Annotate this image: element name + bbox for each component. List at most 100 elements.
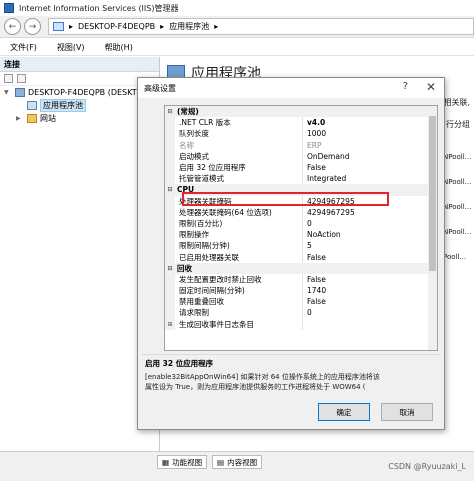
connections-header: 连接 [0, 57, 159, 72]
property-grid: ⊟ (常规) .NET CLR 版本 v4.0 队列长度 1000 名称 ERP 启动模式 OnD… [164, 105, 438, 351]
content-view-icon: ▤ [217, 457, 225, 467]
tree-item[interactable]: ▶ 网站 [0, 112, 159, 125]
property-row[interactable]: 请求限制 0 [165, 307, 437, 319]
property-row[interactable]: 发生配置更改时禁止回收 False [165, 273, 437, 285]
property-value[interactable]: False [303, 296, 437, 307]
property-name: CPU [177, 185, 195, 195]
tree-item[interactable]: ▼ DESKTOP-F4DEQPB (DESKTOP- [0, 86, 159, 99]
property-value[interactable]: v4.0 [303, 117, 437, 128]
property-name: 请求限制 [175, 307, 303, 319]
property-name: 启动模式 [175, 150, 303, 162]
breadcrumb-server[interactable]: DESKTOP-F4DEQPB [78, 22, 155, 31]
row-gutter [165, 296, 175, 308]
app-pool-list-item[interactable]: NPooll... [443, 178, 473, 191]
property-row[interactable]: 固定时间间隔(分钟) 1740 [165, 285, 437, 297]
property-row[interactable]: 处理器关联掩码(64 位选项) 4294967295 [165, 206, 437, 218]
features-view-label: 功能视图 [172, 457, 203, 467]
connections-toolbar [0, 72, 159, 86]
property-category[interactable]: ⊟ CPU [165, 184, 437, 196]
property-value[interactable]: False [303, 274, 437, 285]
breadcrumb-app-pools[interactable]: 应用程序池 [169, 21, 209, 32]
property-value[interactable] [303, 319, 437, 330]
property-value[interactable]: OnDemand [303, 151, 437, 162]
tree-expander-icon[interactable]: ▶ [16, 115, 24, 122]
window-title-bar: Internet Information Services (IIS)管理器 [0, 0, 474, 16]
property-name: 固定时间间隔(分钟) [175, 285, 303, 297]
property-row[interactable]: 已启用处理器关联 False [165, 251, 437, 263]
property-value[interactable]: NoAction [303, 229, 437, 240]
property-row[interactable]: 启动模式 OnDemand [165, 150, 437, 162]
expand-collapse-icon[interactable]: ⊟ [165, 184, 175, 196]
close-button[interactable]: ✕ [426, 80, 436, 94]
property-value[interactable]: 4294967295 [303, 196, 437, 207]
sites-folder-icon [27, 114, 37, 123]
property-row[interactable]: .NET CLR 版本 v4.0 [165, 117, 437, 129]
property-value[interactable]: 0 [303, 218, 437, 229]
property-category[interactable]: ⊟ (常规) [165, 106, 437, 118]
property-row[interactable]: 启用 32 位应用程序 False [165, 161, 437, 174]
property-name: 名称 [175, 139, 303, 151]
app-pool-list-item[interactable]: NPooll... [443, 153, 473, 166]
server-icon [15, 88, 25, 97]
property-value[interactable]: 1740 [303, 285, 437, 296]
cancel-button[interactable]: 取消 [381, 403, 433, 421]
app-pool-list-item[interactable]: NPooll... [443, 203, 473, 216]
property-value[interactable]: False [303, 251, 437, 262]
property-name: 禁用重叠回收 [175, 296, 303, 308]
forward-button[interactable]: → [24, 18, 41, 35]
content-view-button[interactable]: ▤ 内容视图 [212, 455, 263, 469]
row-gutter [165, 173, 175, 185]
menu-help[interactable]: 帮助(H) [95, 42, 143, 53]
property-row[interactable]: 限制间隔(分钟) 5 [165, 240, 437, 252]
property-row[interactable]: 队列长度 1000 [165, 128, 437, 140]
address-path[interactable]: ▸ DESKTOP-F4DEQPB ▸ 应用程序池 ▸ [48, 18, 474, 35]
property-row[interactable]: 禁用重叠回收 False [165, 296, 437, 308]
expand-collapse-icon[interactable]: ⊞ [165, 318, 175, 330]
ok-button[interactable]: 确定 [318, 403, 370, 421]
property-value[interactable]: 5 [303, 240, 437, 251]
back-button[interactable]: ← [4, 18, 21, 35]
dialog-title: 高级设置 [144, 83, 176, 93]
property-row[interactable]: 限制操作 NoAction [165, 229, 437, 241]
property-value[interactable]: 1000 [303, 128, 437, 139]
help-button[interactable]: ? [403, 81, 408, 92]
connections-pane: 连接 ▼ DESKTOP-F4DEQPB (DESKTOP- 应用程序池 ▶ 网站 [0, 57, 160, 451]
property-category[interactable]: ⊟ 回收 [165, 262, 437, 274]
property-grid-scrollbar[interactable] [428, 106, 437, 350]
actions-text: 相关联, [443, 98, 470, 107]
expand-collapse-icon[interactable]: ⊟ [165, 106, 175, 118]
features-view-button[interactable]: ▦ 功能视图 [157, 455, 208, 469]
row-gutter [165, 206, 175, 218]
property-name: 托管管道模式 [175, 173, 303, 185]
tree-expander-icon[interactable]: ▼ [4, 89, 12, 96]
property-row[interactable]: 限制(百分比) 0 [165, 217, 437, 230]
property-row[interactable]: 托管管道模式 Integrated [165, 173, 437, 185]
property-value[interactable]: False [303, 162, 437, 173]
tree-item-label: DESKTOP-F4DEQPB (DESKTOP- [28, 88, 151, 97]
app-pool-icon [27, 101, 37, 110]
save-icon[interactable] [17, 74, 26, 83]
expand-collapse-icon[interactable]: ⊟ [165, 262, 175, 274]
property-row[interactable]: ⊞ 生成回收事件日志条目 [165, 318, 437, 330]
app-pool-list-item[interactable]: Pooll... [443, 253, 473, 266]
property-row[interactable]: 处理器关联掩码 4294967295 [165, 195, 437, 207]
row-gutter [165, 139, 175, 151]
property-value[interactable]: 4294967295 [303, 207, 437, 218]
property-name: 限制操作 [175, 229, 303, 241]
row-gutter [165, 161, 175, 174]
row-gutter [165, 217, 175, 230]
property-value[interactable]: Integrated [303, 173, 437, 184]
connect-icon[interactable] [4, 74, 13, 83]
property-description: 启用 32 位应用程序 [enable32BitAppOnWin64] 如果针对… [141, 354, 441, 396]
menu-file[interactable]: 文件(F) [0, 42, 47, 53]
app-pool-list-item[interactable]: NPooll... [443, 228, 473, 241]
content-view-label: 内容视图 [227, 457, 258, 467]
property-name: 发生配置更改时禁止回收 [175, 273, 303, 285]
property-value[interactable]: ERP [303, 140, 437, 151]
property-row[interactable]: 名称 ERP [165, 139, 437, 151]
scrollbar-thumb[interactable] [429, 116, 436, 271]
tree-item[interactable]: 应用程序池 [0, 99, 159, 112]
property-value[interactable]: 0 [303, 307, 437, 318]
watermark-text: CSDN @Ryuuzaki_L [388, 462, 466, 471]
menu-view[interactable]: 视图(V) [47, 42, 95, 53]
